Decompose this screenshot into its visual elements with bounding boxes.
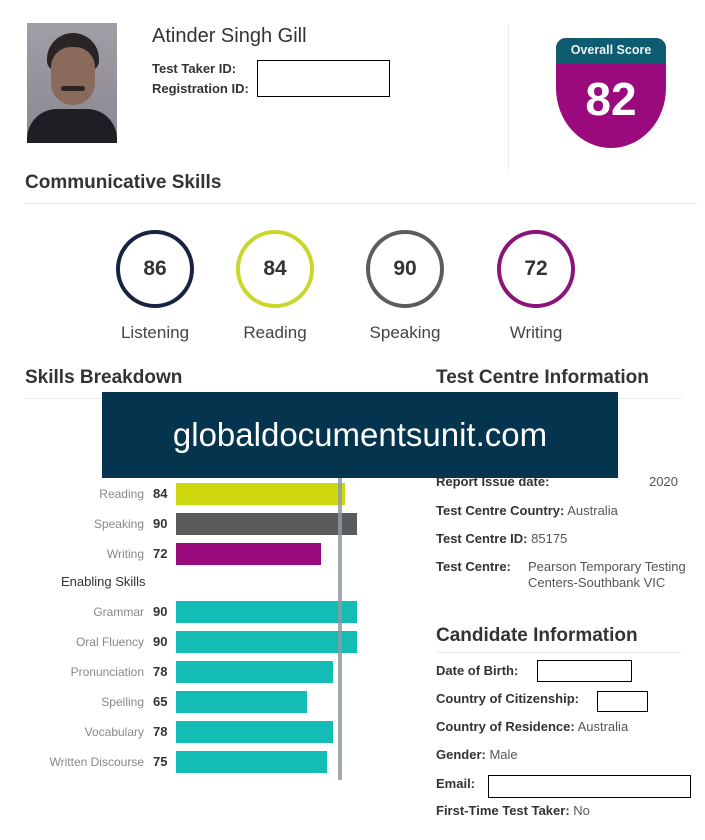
section-divider xyxy=(436,652,682,653)
bar-oral-fluency xyxy=(176,631,357,653)
bar-label: Speaking xyxy=(93,517,144,531)
report-issue-value: 2020 xyxy=(649,474,678,489)
score-circle-reading: 84 xyxy=(236,230,314,308)
communicative-skills-heading: Communicative Skills xyxy=(25,172,222,193)
header-divider xyxy=(508,25,509,170)
field-value: Australia xyxy=(567,503,618,518)
test-centre-heading: Test Centre Information xyxy=(436,367,649,388)
redacted-dob-box xyxy=(537,660,632,682)
skills-breakdown-heading: Skills Breakdown xyxy=(25,367,183,388)
field-label: Test Centre Country: xyxy=(436,503,565,518)
section-divider xyxy=(25,203,697,204)
field-value: Australia xyxy=(577,719,629,734)
score-circle-writing: 72 xyxy=(497,230,575,308)
bar-label: Reading xyxy=(99,487,144,501)
bar-label: Vocabulary xyxy=(84,725,144,739)
field-value: Male xyxy=(489,747,518,762)
field-value: 85175 xyxy=(531,531,568,546)
bar-grammar xyxy=(176,601,357,623)
field-label: Date of Birth: xyxy=(436,663,519,678)
first-time-row: First-Time Test Taker: No xyxy=(436,803,590,818)
score-circle-label: Speaking xyxy=(369,323,441,342)
candidate-photo xyxy=(27,23,117,143)
test-centre-row: Test Centre: xyxy=(436,559,511,574)
test-taker-id-label: Test Taker ID: xyxy=(152,61,237,76)
test-centre-value: Pearson Temporary Testing Centers-Southb… xyxy=(528,559,686,591)
bar-value: 90 xyxy=(153,634,168,649)
enabling-skills-heading: Enabling Skills xyxy=(61,574,146,589)
score-circle-label: Writing xyxy=(509,323,563,342)
score-circle-label: Reading xyxy=(243,323,307,342)
bar-value: 65 xyxy=(153,694,168,709)
redacted-id-box xyxy=(257,60,390,97)
watermark-banner: globaldocumentsunit.com xyxy=(102,392,618,478)
field-label: First-Time Test Taker: xyxy=(436,803,570,818)
bar-value: 90 xyxy=(153,516,168,531)
bar-reading xyxy=(176,483,345,505)
bar-value: 75 xyxy=(153,754,168,769)
score-circle-label: Listening xyxy=(120,323,190,342)
bar-label: Written Discourse xyxy=(49,755,144,769)
bar-value: 78 xyxy=(153,724,168,739)
candidate-name: Atinder Singh Gill xyxy=(152,25,307,47)
citizenship-row: Country of Citizenship: xyxy=(436,691,579,706)
bar-label: Pronunciation xyxy=(70,665,144,679)
field-label: Test Centre: xyxy=(436,559,511,574)
bar-written-discourse xyxy=(176,751,327,773)
bar-value: 84 xyxy=(153,486,168,501)
field-label: Email: xyxy=(436,776,476,791)
field-label: Gender: xyxy=(436,747,486,762)
bar-label: Oral Fluency xyxy=(75,635,144,649)
score-circle-speaking: 90 xyxy=(366,230,444,308)
bar-label: Grammar xyxy=(93,605,144,619)
email-row: Email: xyxy=(436,776,475,791)
test-centre-id-row: Test Centre ID: 85175 xyxy=(436,531,567,546)
bar-pronunciation xyxy=(176,661,333,683)
bar-label: Spelling xyxy=(101,695,144,709)
overall-score-badge: Overall Score 82 xyxy=(556,38,666,148)
residence-row: Country of Residence: Australia xyxy=(436,719,628,734)
bar-spelling xyxy=(176,691,307,713)
overall-score-label: Overall Score xyxy=(570,43,652,57)
bar-value: 90 xyxy=(153,604,168,619)
redacted-citizenship-box xyxy=(597,691,648,712)
field-value: No xyxy=(573,803,590,818)
registration-id-label: Registration ID: xyxy=(152,81,249,96)
bar-value: 78 xyxy=(153,664,168,679)
bar-writing xyxy=(176,543,321,565)
gender-row: Gender: Male xyxy=(436,747,518,762)
redacted-email-box xyxy=(488,775,691,798)
bar-label: Writing xyxy=(106,547,144,561)
field-value: Pearson Temporary Testing xyxy=(528,559,686,574)
bar-value: 72 xyxy=(153,546,168,561)
dob-row: Date of Birth: xyxy=(436,663,518,678)
field-label: Test Centre ID: xyxy=(436,531,528,546)
field-label: Country of Citizenship: xyxy=(436,691,579,706)
score-circle-listening: 86 xyxy=(116,230,194,308)
bar-vocabulary xyxy=(176,721,333,743)
bar-speaking xyxy=(176,513,357,535)
field-value-line2: Centers-Southbank VIC xyxy=(528,575,666,590)
candidate-info-heading: Candidate Information xyxy=(436,625,638,646)
watermark-text: globaldocumentsunit.com xyxy=(172,416,548,453)
overall-score-value: 82 xyxy=(585,73,637,125)
field-label: Country of Residence: xyxy=(436,719,575,734)
test-centre-country-row: Test Centre Country: Australia xyxy=(436,503,618,518)
